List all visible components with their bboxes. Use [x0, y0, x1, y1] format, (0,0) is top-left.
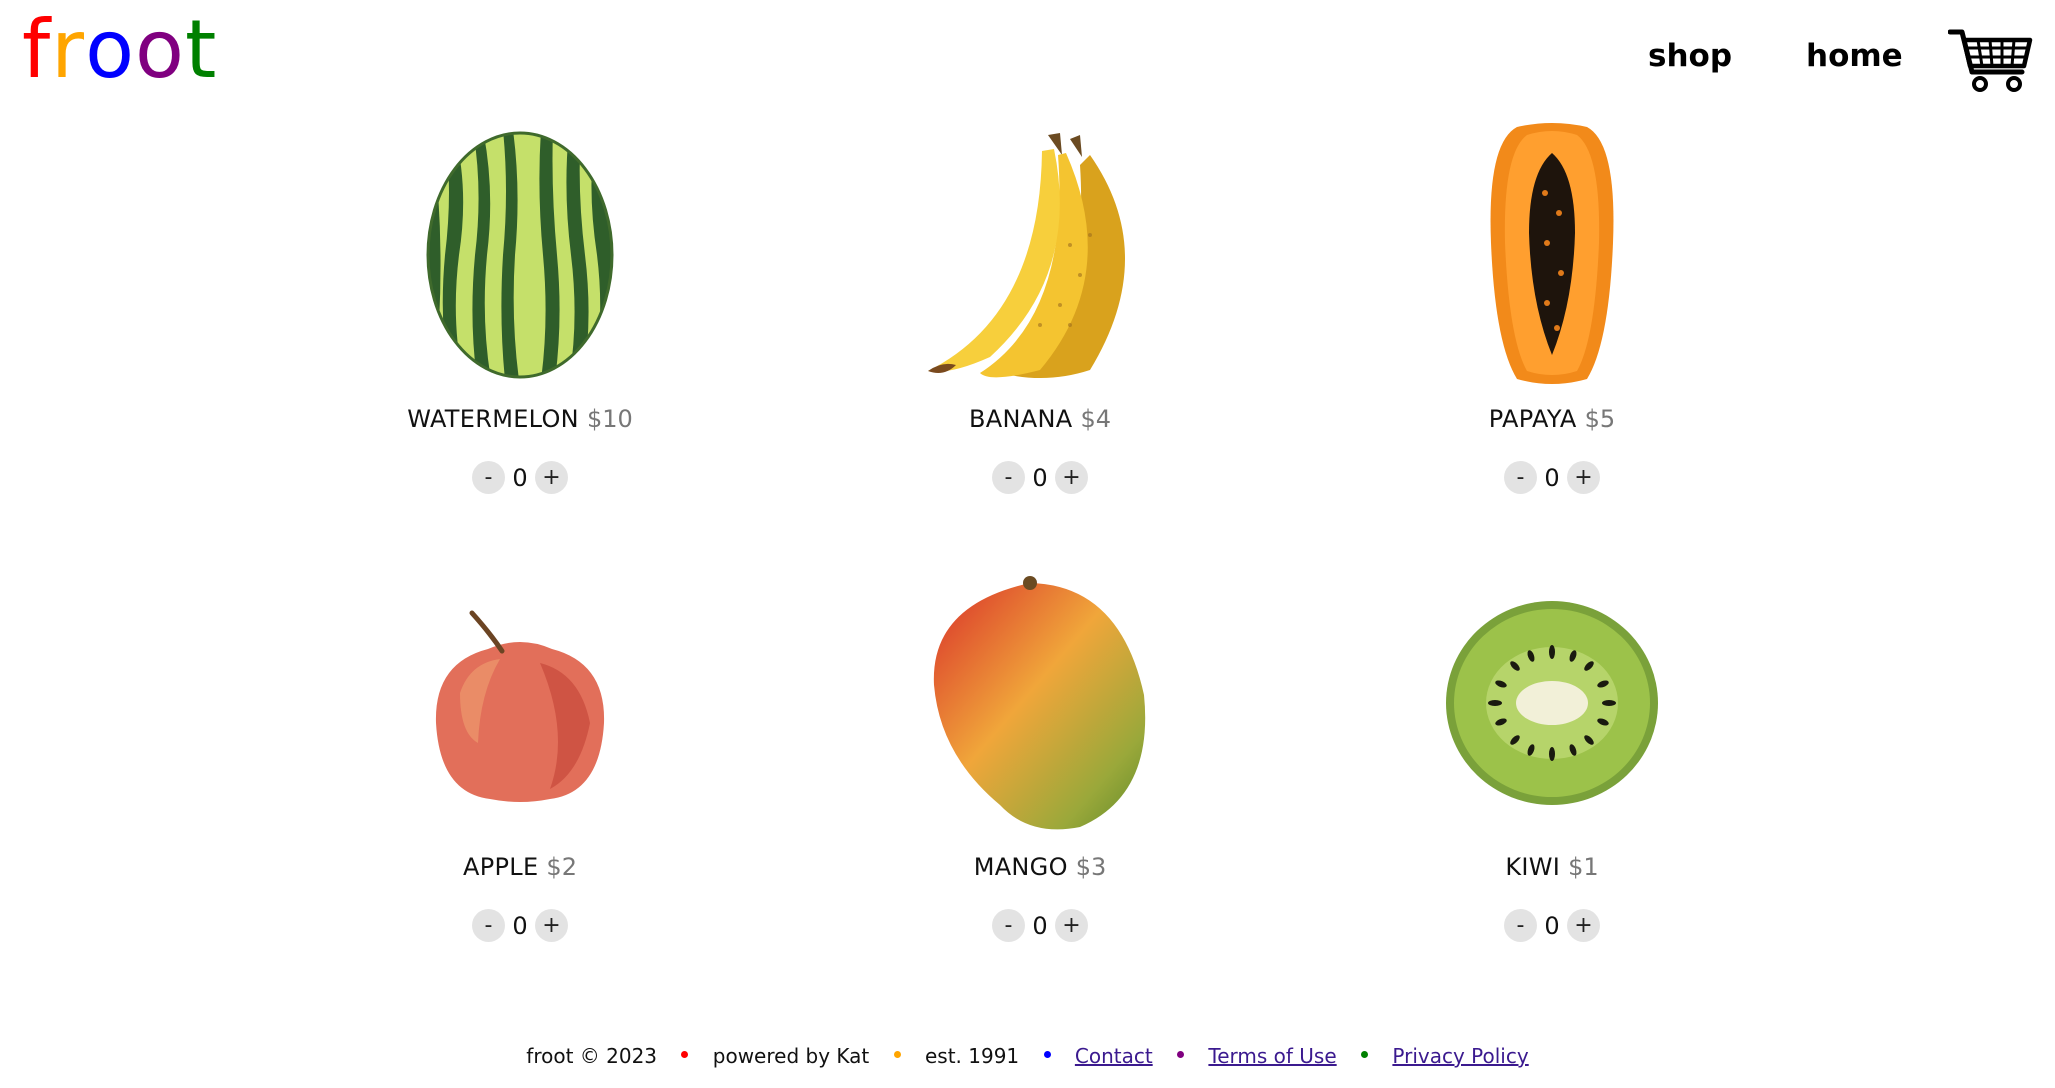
product-card-apple: APPLE $2 -0 +: [310, 563, 730, 983]
product-title: BANANA $4: [830, 405, 1250, 433]
quantity-stepper: -0 +: [1342, 909, 1762, 942]
product-price: $10: [586, 405, 633, 433]
footer-contact-link[interactable]: Contact: [1075, 1044, 1153, 1068]
increment-button[interactable]: +: [535, 461, 568, 494]
papaya-image: [1342, 115, 1762, 395]
kiwi-image: [1342, 563, 1762, 843]
product-price: $5: [1584, 405, 1616, 433]
footer-established: est. 1991: [924, 1044, 1020, 1068]
product-title: PAPAYA $5: [1342, 405, 1762, 433]
mango-image: [830, 563, 1250, 843]
footer-dot-orange: [893, 1051, 901, 1058]
quantity-value: 0: [512, 911, 528, 940]
decrement-button[interactable]: -: [992, 909, 1025, 942]
product-name: BANANA: [969, 405, 1073, 433]
quantity-stepper: -0 +: [310, 909, 730, 942]
product-grid: WATERMELON $10 -0 + BANANA $4 - 0 + PAPA…: [0, 0, 2055, 1000]
product-title: MANGO $3: [830, 853, 1250, 881]
footer: froot © 2023 powered by Kat est. 1991 Co…: [0, 1044, 2055, 1068]
product-title: APPLE $2: [310, 853, 730, 881]
decrement-button[interactable]: -: [472, 461, 505, 494]
product-card-banana: BANANA $4 -0 +: [830, 115, 1250, 535]
footer-dot-purple: [1177, 1051, 1185, 1058]
product-price: $2: [546, 853, 577, 881]
watermelon-image: [310, 115, 730, 395]
product-card-kiwi: KIWI $1 -0 +: [1342, 563, 1762, 983]
product-card-mango: MANGO $3 -0 +: [830, 563, 1250, 983]
product-name: KIWI: [1505, 853, 1561, 881]
product-name: APPLE: [463, 853, 539, 881]
banana-image: [830, 115, 1250, 395]
footer-copyright: froot © 2023: [526, 1044, 658, 1068]
footer-terms-link[interactable]: Terms of Use: [1208, 1044, 1336, 1068]
product-price: $4: [1080, 405, 1111, 433]
quantity-stepper: -0 +: [830, 461, 1250, 494]
quantity-value: 0: [1544, 911, 1560, 940]
footer-dot-red: [681, 1051, 689, 1058]
increment-button[interactable]: +: [1567, 909, 1600, 942]
quantity-value: 0: [512, 463, 528, 492]
quantity-stepper: -0 +: [1342, 461, 1762, 494]
product-card-watermelon: WATERMELON $10 -0 +: [310, 115, 730, 535]
decrement-button[interactable]: -: [992, 461, 1025, 494]
quantity-value: 0: [1544, 463, 1560, 492]
decrement-button[interactable]: -: [472, 909, 505, 942]
product-price: $3: [1075, 853, 1107, 881]
footer-dot-blue: [1043, 1051, 1051, 1058]
decrement-button[interactable]: -: [1504, 909, 1537, 942]
apple-image: [310, 563, 730, 843]
decrement-button[interactable]: -: [1504, 461, 1537, 494]
footer-dot-green: [1361, 1051, 1369, 1058]
quantity-stepper: -0 +: [830, 909, 1250, 942]
product-title: WATERMELON $10: [310, 405, 730, 433]
product-name: PAPAYA: [1488, 405, 1577, 433]
increment-button[interactable]: +: [1055, 461, 1088, 494]
product-name: WATERMELON: [407, 405, 579, 433]
product-title: KIWI $1: [1342, 853, 1762, 881]
footer-powered-by: powered by Kat: [712, 1044, 870, 1068]
quantity-stepper: -0 +: [310, 461, 730, 494]
quantity-value: 0: [1032, 463, 1048, 492]
footer-privacy-link[interactable]: Privacy Policy: [1392, 1044, 1528, 1068]
product-price: $1: [1568, 853, 1599, 881]
increment-button[interactable]: +: [535, 909, 568, 942]
increment-button[interactable]: +: [1567, 461, 1600, 494]
increment-button[interactable]: +: [1055, 909, 1088, 942]
quantity-value: 0: [1032, 911, 1048, 940]
product-card-papaya: PAPAYA $5 -0 +: [1342, 115, 1762, 535]
product-name: MANGO: [973, 853, 1068, 881]
